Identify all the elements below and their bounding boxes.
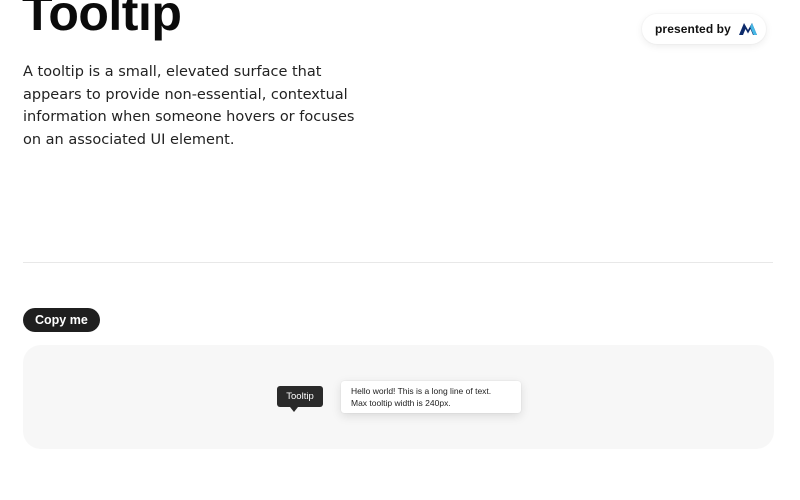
light-tooltip-line-2: Max tooltip width is 240px.: [351, 398, 451, 408]
page-title: Tooltip: [22, 0, 182, 41]
dark-tooltip-arrow: [290, 407, 298, 412]
light-tooltip: Hello world! This is a long line of text…: [341, 381, 521, 413]
page-description: A tooltip is a small, elevated surface t…: [23, 64, 355, 148]
section-divider: [23, 262, 773, 263]
presented-by-badge[interactable]: presented by: [642, 14, 766, 44]
brand-logo-icon: [738, 23, 757, 35]
presented-by-label: presented by: [655, 22, 731, 36]
copy-button[interactable]: Copy me: [23, 308, 100, 332]
light-tooltip-line-1: Hello world! This is a long line of text…: [351, 386, 492, 396]
dark-tooltip: Tooltip: [277, 386, 323, 407]
